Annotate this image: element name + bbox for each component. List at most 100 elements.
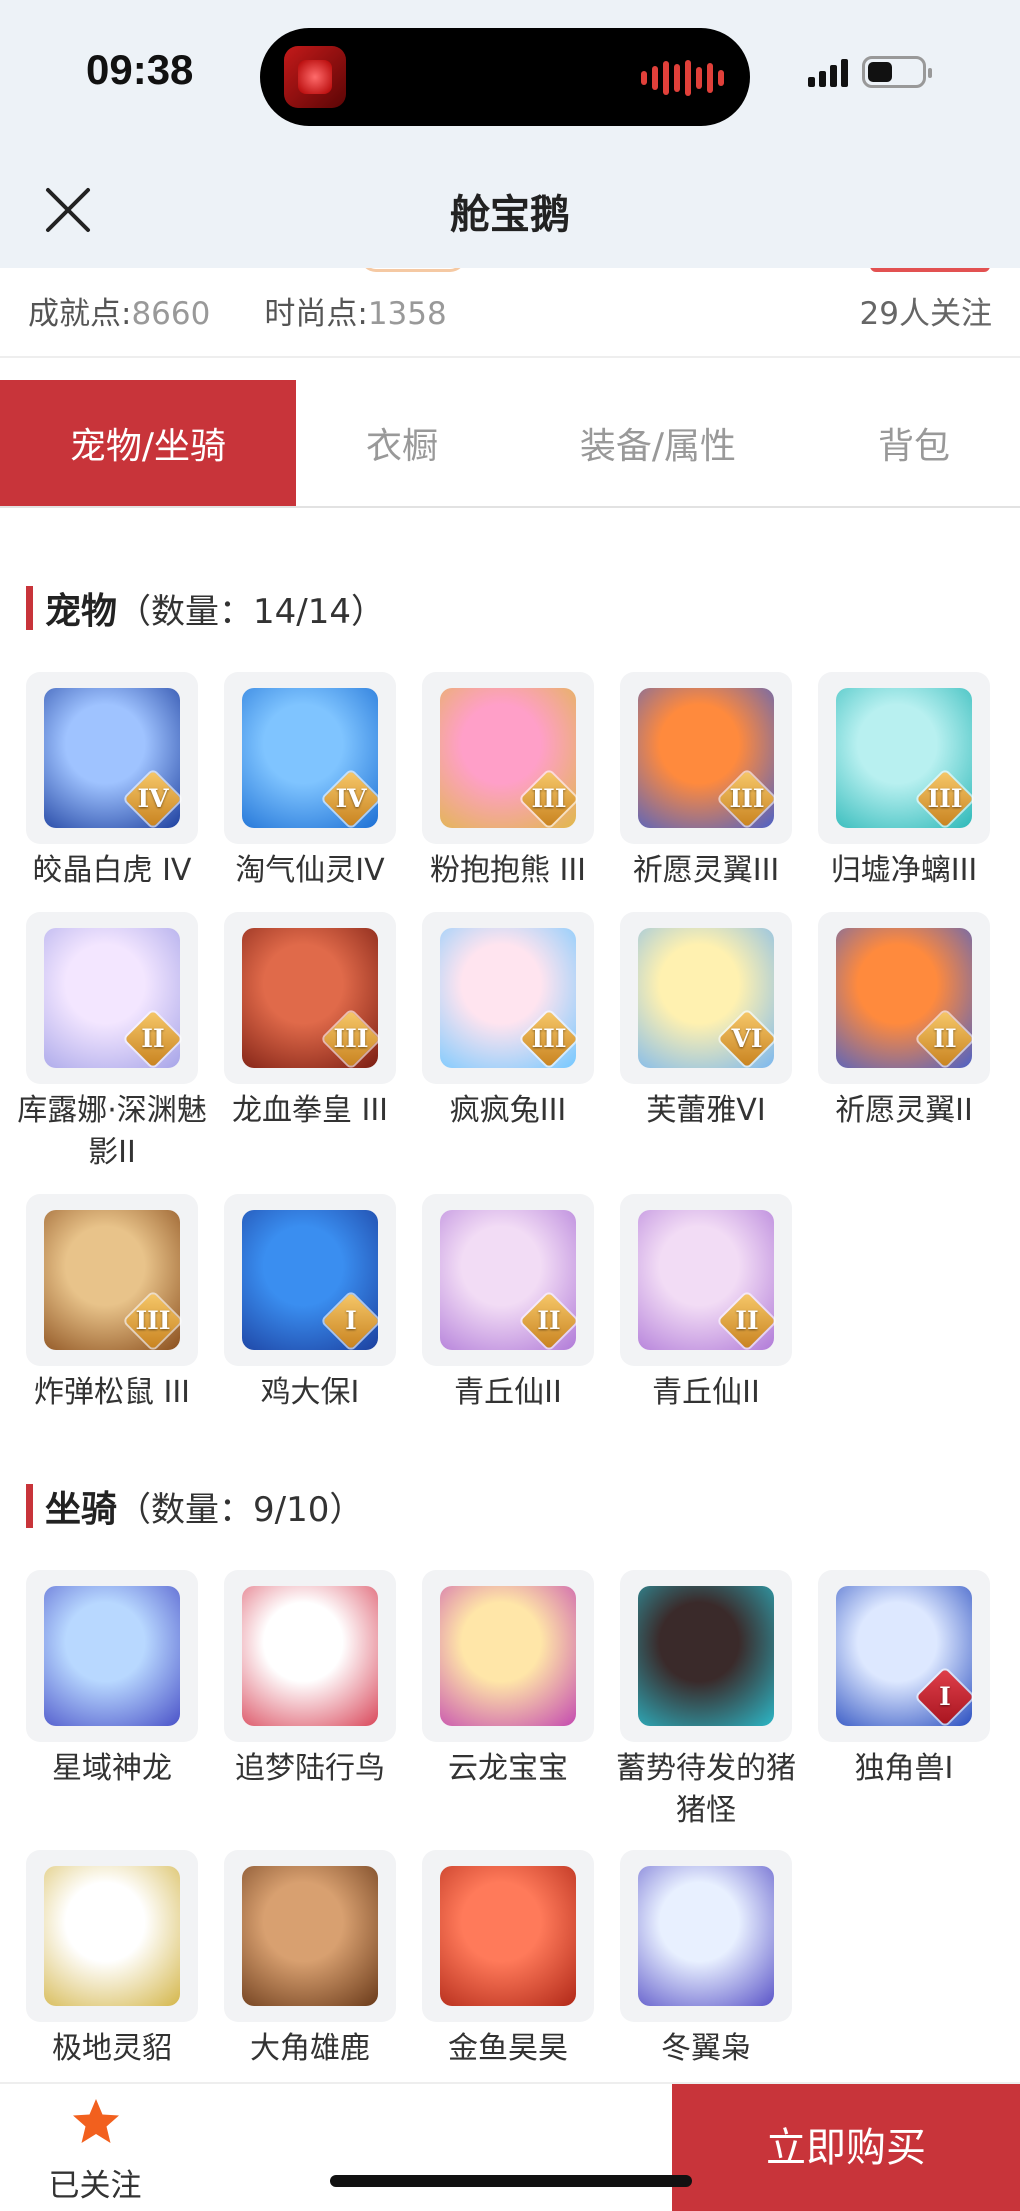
tier-badge-text: II <box>933 1024 957 1053</box>
mount-card[interactable]: 大角雄鹿 <box>215 1850 405 2070</box>
pet-card[interactable]: VI 芙蕾雅VI <box>611 912 801 1132</box>
item-label: 祈愿灵翼III <box>632 853 780 888</box>
status-bar: 09:38 <box>0 0 1020 150</box>
battery-icon <box>862 56 932 88</box>
item-label: 云龙宝宝 <box>448 1751 568 1786</box>
tier-badge-text: II <box>735 1306 759 1335</box>
tier-badge-icon: I <box>916 1668 974 1726</box>
bottom-action-bar: 已关注 立即购买 <box>0 2082 1020 2211</box>
character-artwork <box>440 1586 576 1726</box>
tier-badge-text: III <box>531 1024 567 1053</box>
star-icon <box>73 2099 119 2143</box>
follow-button[interactable]: 已关注 <box>0 2084 190 2211</box>
item-thumbnail <box>620 1850 792 2022</box>
tab-backpack[interactable]: 背包 <box>808 380 1020 506</box>
pet-card[interactable]: IV 皎晶白虎 IV <box>17 672 207 892</box>
item-thumbnail: II <box>818 912 990 1084</box>
follower-count: 29人关注 <box>859 296 992 332</box>
mount-card[interactable]: 冬翼枭 <box>611 1850 801 2070</box>
item-label: 粉抱抱熊 III <box>429 853 587 888</box>
item-thumbnail: III <box>26 1194 198 1366</box>
item-label: 追梦陆行鸟 <box>235 1751 385 1786</box>
item-label: 库露娜·深渊魅影II <box>17 1093 207 1170</box>
pet-card[interactable]: I 鸡大保I <box>215 1194 405 1414</box>
tier-badge-icon: IV <box>124 770 182 828</box>
tier-badge-text: II <box>537 1306 561 1335</box>
item-label: 龙血拳皇 III <box>231 1093 389 1128</box>
item-label: 独角兽I <box>854 1751 954 1786</box>
item-label: 鸡大保I <box>260 1375 360 1410</box>
character-artwork <box>638 1586 774 1726</box>
pet-card[interactable]: III 龙血拳皇 III <box>215 912 405 1132</box>
mount-card[interactable]: 金鱼昊昊 <box>413 1850 603 2070</box>
item-thumbnail: II <box>26 912 198 1084</box>
item-thumbnail <box>224 1850 396 2022</box>
pet-card[interactable]: II 祈愿灵翼II <box>809 912 999 1132</box>
mounts-section-title: 坐骑 （数量：9/10） <box>26 1480 363 1532</box>
pets-section-title: 宠物 （数量：14/14） <box>26 582 385 634</box>
item-thumbnail <box>224 1570 396 1742</box>
pet-card[interactable]: II 库露娜·深渊魅影II <box>17 912 207 1174</box>
item-label: 芙蕾雅VI <box>646 1093 766 1128</box>
mount-card[interactable]: 极地灵貂 <box>17 1850 207 2070</box>
item-thumbnail: II <box>422 1194 594 1366</box>
mount-card[interactable]: 云龙宝宝 <box>413 1570 603 1790</box>
item-label: 皎晶白虎 IV <box>32 853 192 888</box>
tier-badge-text: II <box>141 1024 165 1053</box>
mount-card[interactable]: 追梦陆行鸟 <box>215 1570 405 1790</box>
item-label: 祈愿灵翼II <box>835 1093 973 1128</box>
scrolled-header-remnant <box>0 268 1020 276</box>
item-thumbnail <box>26 1850 198 2022</box>
pet-card[interactable]: III 粉抱抱熊 III <box>413 672 603 892</box>
mount-card[interactable]: 星域神龙 <box>17 1570 207 1790</box>
tier-badge-icon: IV <box>322 770 380 828</box>
item-thumbnail: VI <box>620 912 792 1084</box>
tier-badge-text: IV <box>137 784 169 813</box>
character-artwork <box>242 1586 378 1726</box>
mount-card[interactable]: I 独角兽I <box>809 1570 999 1790</box>
home-indicator <box>330 2175 692 2187</box>
tier-badge-icon: III <box>520 1010 578 1068</box>
tier-badge-icon: III <box>916 770 974 828</box>
nav-bar: 舱宝鹅 <box>0 150 1020 268</box>
item-label: 青丘仙II <box>652 1375 760 1410</box>
item-thumbnail: I <box>224 1194 396 1366</box>
pet-card[interactable]: III 归墟净螭III <box>809 672 999 892</box>
dynamic-island <box>260 28 750 126</box>
pet-card[interactable]: IV 淘气仙灵IV <box>215 672 405 892</box>
tab-equipment[interactable]: 装备/属性 <box>508 380 808 506</box>
achievement-points: 成就点:8660 <box>28 296 211 332</box>
tier-badge-icon: VI <box>718 1010 776 1068</box>
audio-wave-icon <box>641 60 724 96</box>
item-label: 蓄势待发的猪猪怪 <box>616 1751 796 1828</box>
item-thumbnail: III <box>422 912 594 1084</box>
pet-card[interactable]: III 祈愿灵翼III <box>611 672 801 892</box>
character-artwork <box>44 1866 180 2006</box>
pet-card[interactable]: III 炸弹松鼠 III <box>17 1194 207 1414</box>
mount-card[interactable]: 蓄势待发的猪猪怪 <box>611 1570 801 1832</box>
item-thumbnail <box>422 1850 594 2022</box>
fashion-points: 时尚点:1358 <box>264 296 447 332</box>
item-label: 大角雄鹿 <box>250 2031 370 2066</box>
buy-now-button[interactable]: 立即购买 <box>672 2084 1020 2211</box>
pet-card[interactable]: II 青丘仙II <box>611 1194 801 1414</box>
tier-badge-text: VI <box>731 1024 763 1053</box>
tab-wardrobe[interactable]: 衣橱 <box>296 380 508 506</box>
tier-badge-text: IV <box>335 784 367 813</box>
pet-card[interactable]: III 疯疯兔III <box>413 912 603 1132</box>
item-thumbnail: IV <box>224 672 396 844</box>
tab-bar: 宠物/坐骑 衣橱 装备/属性 背包 <box>0 380 1020 508</box>
character-artwork <box>242 1866 378 2006</box>
tier-badge-text: III <box>531 784 567 813</box>
item-label: 归墟净螭III <box>830 853 978 888</box>
character-artwork <box>44 1586 180 1726</box>
pet-card[interactable]: II 青丘仙II <box>413 1194 603 1414</box>
tier-badge-text: I <box>345 1306 357 1335</box>
item-label: 青丘仙II <box>454 1375 562 1410</box>
status-icons <box>808 56 932 88</box>
tier-badge-icon: II <box>124 1010 182 1068</box>
tab-pets-mounts[interactable]: 宠物/坐骑 <box>0 380 296 506</box>
tier-badge-icon: II <box>916 1010 974 1068</box>
tier-badge-icon: II <box>520 1292 578 1350</box>
tier-badge-text: III <box>333 1024 369 1053</box>
